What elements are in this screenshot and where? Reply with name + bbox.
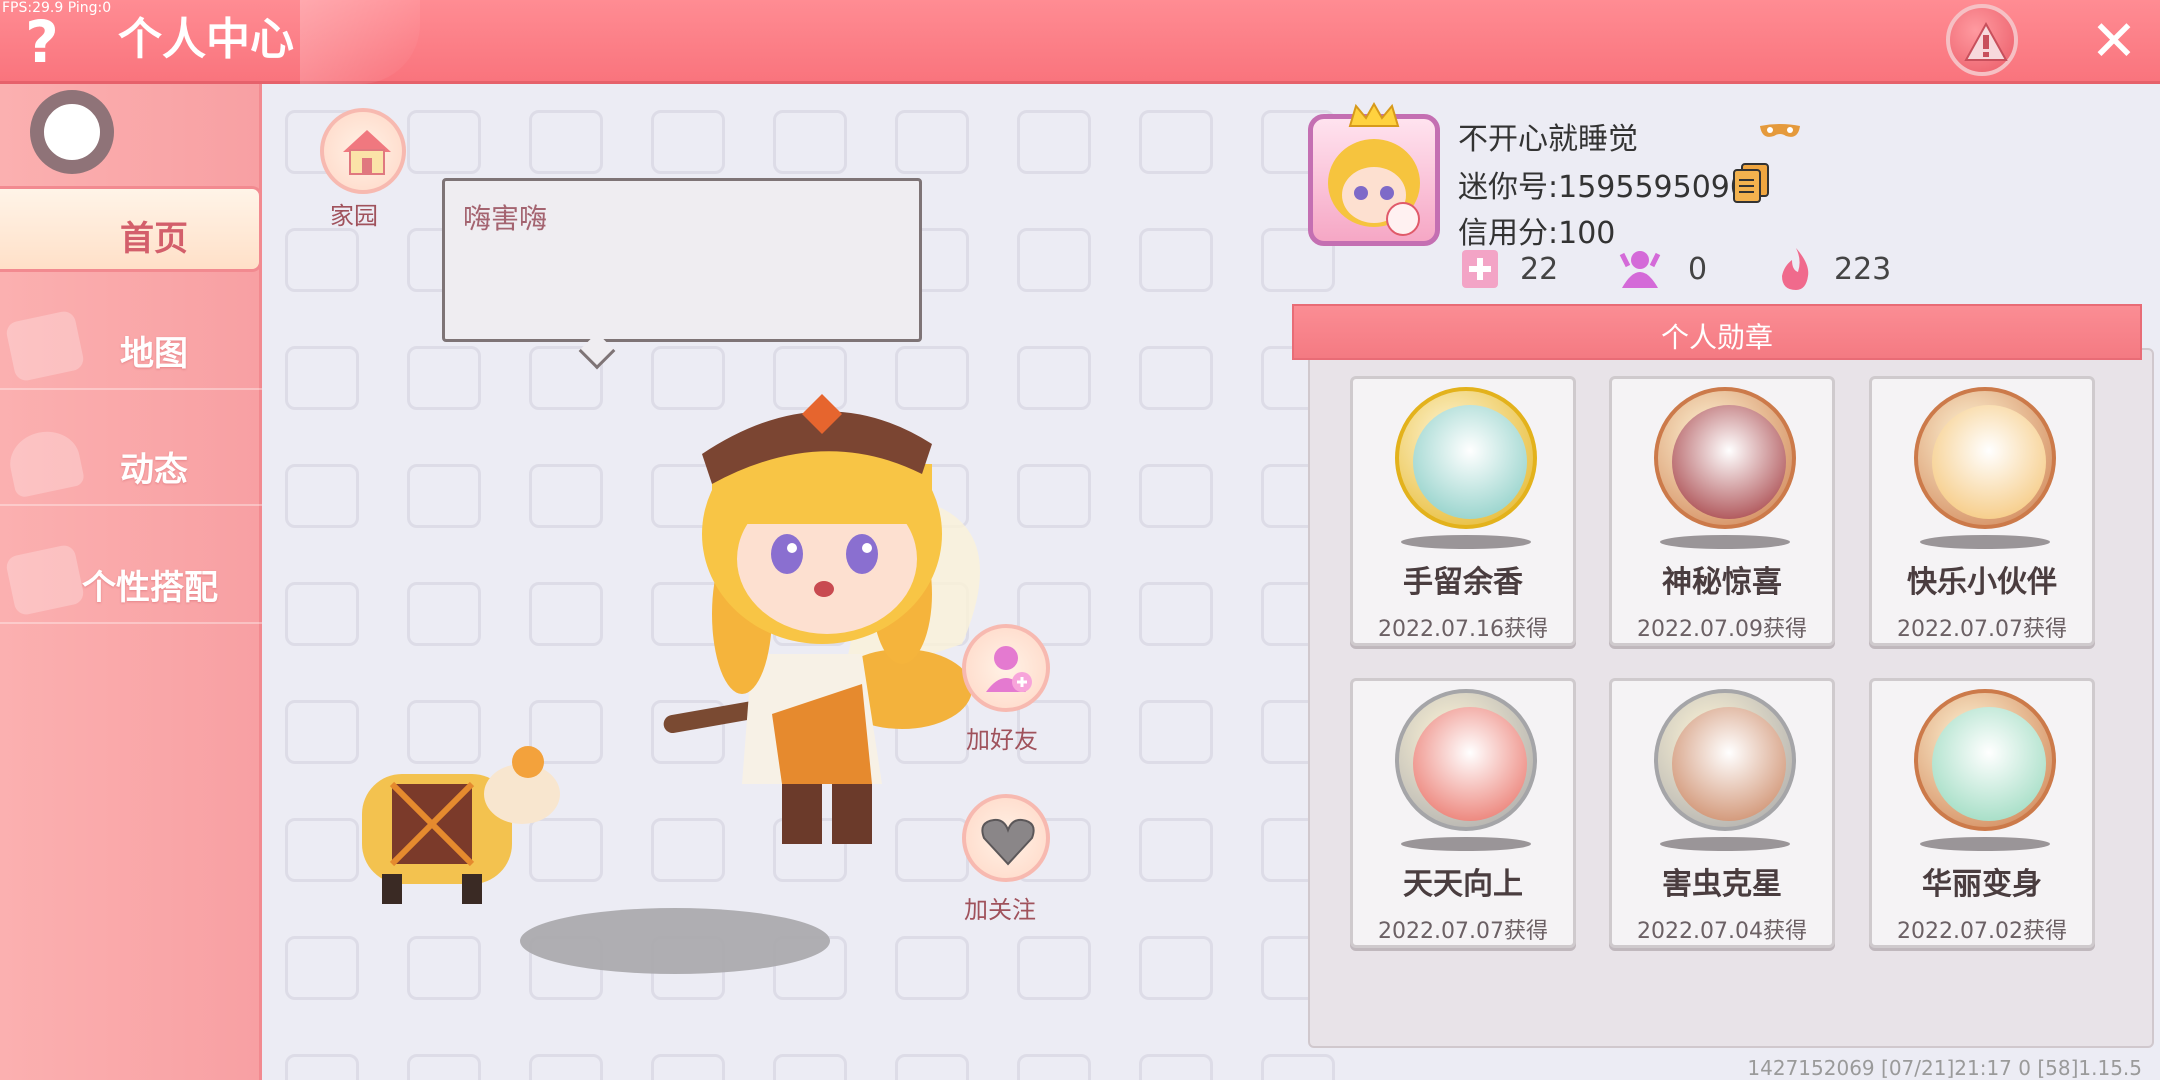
help-icon[interactable]: ? xyxy=(14,12,70,72)
toggle-ring-icon[interactable] xyxy=(30,90,114,174)
avatar-portrait xyxy=(1328,139,1420,236)
add-friend-label: 加好友 xyxy=(966,726,1038,754)
badge-date: 2022.07.07获得 xyxy=(1897,617,2067,642)
speech-text: 嗨害嗨 xyxy=(463,202,548,235)
stat-popularity: 223 xyxy=(1834,252,1892,287)
badge-pedestal xyxy=(1660,837,1790,851)
top-bar: FPS:29.9 Ping:0 ? 个人中心 ✕ xyxy=(0,0,2160,84)
follow-label: 加关注 xyxy=(964,896,1036,924)
badge-pedestal xyxy=(1920,837,2050,851)
flame-icon xyxy=(1782,248,1809,290)
badge-date: 2022.07.02获得 xyxy=(1897,919,2067,944)
sidebar-item-label: 个性搭配 xyxy=(82,568,218,608)
badge-medal-art xyxy=(1413,707,1527,821)
sidebar-item-feed[interactable]: 动态 xyxy=(0,420,262,506)
home-label: 家园 xyxy=(330,202,378,230)
badge-date: 2022.07.07获得 xyxy=(1378,919,1548,944)
stat-fans: 0 xyxy=(1688,252,1708,287)
badge-pedestal xyxy=(1401,837,1531,851)
house-icon xyxy=(343,130,391,175)
badge-card[interactable]: 快乐小伙伴 2022.07.07获得 xyxy=(1869,376,2095,646)
sidebar: 首页 地图 动态 个性搭配 xyxy=(0,84,262,1080)
badge-name: 天天向上 xyxy=(1403,867,1523,902)
badge-date: 2022.07.16获得 xyxy=(1378,617,1548,642)
map-icon xyxy=(4,309,86,383)
character-shadow xyxy=(520,908,830,974)
player-name: 不开心就睡觉 xyxy=(1458,122,1638,157)
version-info: 1427152069 [07/21]21:17 0 [58]1.15.5 xyxy=(1747,1056,2142,1080)
badge-medal-icon xyxy=(1395,689,1537,831)
stat-likes: 22 xyxy=(1520,252,1559,287)
badge-medal-art xyxy=(1413,405,1527,519)
sidebar-item-label: 动态 xyxy=(120,450,188,490)
badge-name: 华丽变身 xyxy=(1922,867,2042,902)
sidebar-item-home[interactable]: 首页 xyxy=(0,186,262,272)
badge-medal-icon xyxy=(1914,387,2056,529)
sidebar-item-map[interactable]: 地图 xyxy=(0,304,262,390)
badge-name: 害虫克星 xyxy=(1662,867,1782,902)
report-button[interactable] xyxy=(1946,4,2018,76)
outfit-icon xyxy=(4,543,86,617)
badge-medal-icon xyxy=(1654,387,1796,529)
badge-header-title: 个人勋章 xyxy=(1660,321,1773,354)
badge-card[interactable]: 害虫克星 2022.07.04获得 xyxy=(1609,678,1835,948)
mask-icon[interactable] xyxy=(1758,122,1802,142)
badge-medal-icon xyxy=(1654,689,1796,831)
badge-card[interactable]: 华丽变身 2022.07.02获得 xyxy=(1869,678,2095,948)
badge-date: 2022.07.04获得 xyxy=(1637,919,1807,944)
badge-pedestal xyxy=(1920,535,2050,549)
badge-card[interactable]: 手留余香 2022.07.16获得 xyxy=(1350,376,1576,646)
badge-name: 神秘惊喜 xyxy=(1662,565,1782,600)
sidebar-item-label: 首页 xyxy=(120,219,188,259)
copy-icon[interactable] xyxy=(1732,162,1770,204)
character-stage: 家园 嗨害嗨 加好友 加关注 xyxy=(262,84,1298,1080)
player-character[interactable] xyxy=(602,384,1002,904)
badge-medal-icon xyxy=(1914,689,2056,831)
home-button[interactable] xyxy=(320,108,406,194)
speech-bubble: 嗨害嗨 xyxy=(442,178,922,342)
fans-icon xyxy=(1619,251,1661,288)
page-title: 个人中心 xyxy=(118,14,294,65)
badge-card[interactable]: 神秘惊喜 2022.07.09获得 xyxy=(1609,376,1835,646)
add-user-icon xyxy=(986,646,1032,692)
badge-medal-icon xyxy=(1395,387,1537,529)
badge-date: 2022.07.09获得 xyxy=(1637,617,1807,642)
crown-icon xyxy=(1348,102,1400,127)
player-id: 迷你号:1595595090 xyxy=(1458,170,1749,205)
badge-name: 手留余香 xyxy=(1403,565,1523,600)
bell-icon xyxy=(4,425,86,499)
close-button[interactable]: ✕ xyxy=(2086,14,2142,70)
heart-icon xyxy=(981,818,1035,866)
plus-heart-icon xyxy=(1462,250,1498,288)
badge-pedestal xyxy=(1401,535,1531,549)
badge-medal-art xyxy=(1672,707,1786,821)
pet-sheep[interactable] xyxy=(352,734,572,904)
title-decoration xyxy=(300,0,420,84)
badge-medal-art xyxy=(1932,707,2046,821)
sidebar-item-outfit[interactable]: 个性搭配 xyxy=(0,538,262,624)
badge-medal-art xyxy=(1672,405,1786,519)
sidebar-item-label: 地图 xyxy=(120,334,188,374)
warning-icon xyxy=(1964,21,2008,61)
badge-medal-art xyxy=(1932,405,2046,519)
badge-pedestal xyxy=(1660,535,1790,549)
badge-name: 快乐小伙伴 xyxy=(1907,565,2057,600)
badge-header: 个人勋章 xyxy=(1292,304,2142,360)
follow-button[interactable] xyxy=(962,794,1050,882)
badge-card[interactable]: 天天向上 2022.07.07获得 xyxy=(1350,678,1576,948)
add-friend-button[interactable] xyxy=(962,624,1050,712)
profile-avatar[interactable] xyxy=(1308,114,1440,246)
